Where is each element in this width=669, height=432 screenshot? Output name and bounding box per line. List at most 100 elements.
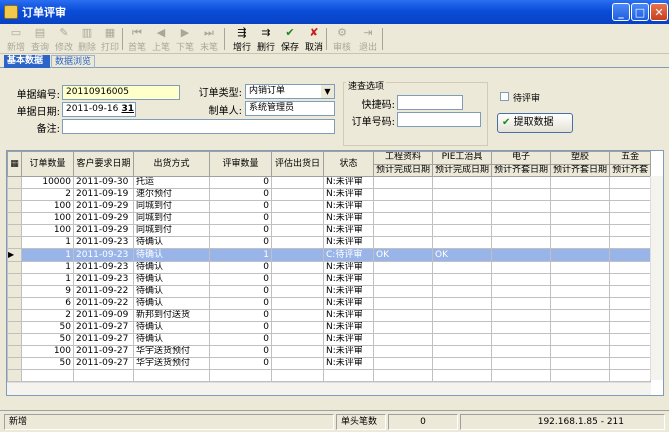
- grid-cell[interactable]: N:未评审: [323, 297, 374, 310]
- chevron-down-icon[interactable]: ▼: [321, 85, 334, 98]
- grid-cell[interactable]: 0: [209, 176, 272, 189]
- row-header[interactable]: ▶: [7, 248, 22, 262]
- grid-cell[interactable]: 华宇送货预付: [133, 345, 210, 358]
- grid-cell[interactable]: [550, 248, 611, 262]
- grid-cell[interactable]: [133, 369, 210, 382]
- row-header[interactable]: [7, 236, 22, 249]
- grid-cell[interactable]: 待确认: [133, 333, 210, 346]
- grid-cell[interactable]: [372, 309, 434, 322]
- grid-cell[interactable]: [372, 212, 434, 225]
- grid-cell[interactable]: 0: [209, 309, 272, 322]
- toolbar-button-9[interactable]: ⇶ 增行: [230, 25, 254, 53]
- grid-cell[interactable]: 50: [21, 357, 74, 370]
- grid-cell[interactable]: 待确认: [133, 261, 210, 274]
- grid-cell[interactable]: [550, 200, 611, 213]
- grid-cell[interactable]: [609, 297, 652, 310]
- group-header[interactable]: 五金: [609, 151, 652, 165]
- grid-cell[interactable]: [491, 285, 552, 298]
- grid-cell[interactable]: 2011-09-09: [73, 309, 134, 322]
- row-header[interactable]: [7, 309, 22, 322]
- grid-cell[interactable]: 2011-09-27: [73, 333, 134, 346]
- grid-cell[interactable]: [271, 236, 324, 249]
- grid-cell[interactable]: [609, 273, 652, 286]
- maximize-button[interactable]: □: [631, 3, 649, 21]
- grid-cell[interactable]: [550, 333, 611, 346]
- row-header[interactable]: [7, 345, 22, 358]
- column-header[interactable]: 出货方式: [133, 151, 210, 177]
- grid-cell[interactable]: 2011-09-23: [73, 261, 134, 274]
- grid-cell[interactable]: [372, 297, 434, 310]
- grid-cell[interactable]: [491, 321, 552, 334]
- grid-cell[interactable]: [209, 369, 272, 382]
- grid-cell[interactable]: [491, 357, 552, 370]
- toolbar-button-7[interactable]: ▶ 下笔: [173, 25, 197, 53]
- grid-cell[interactable]: [491, 273, 552, 286]
- table-row[interactable]: ▶ 1 2011-09-23 待确认 1 C:待评审 OK OK: [7, 248, 652, 262]
- minimize-button[interactable]: _: [612, 3, 630, 21]
- grid-cell[interactable]: [609, 285, 652, 298]
- grid-cell[interactable]: 100: [21, 200, 74, 213]
- grid-cell[interactable]: N:未评审: [323, 333, 374, 346]
- column-header[interactable]: 状态: [323, 151, 374, 177]
- table-row[interactable]: 10000 2011-09-30 托运 0 N:未评审: [7, 176, 652, 189]
- grid-cell[interactable]: 2011-09-29: [73, 200, 134, 213]
- table-row[interactable]: 6 2011-09-22 待确认 0 N:未评审: [7, 297, 652, 310]
- grid-cell[interactable]: 2011-09-23: [73, 248, 134, 262]
- grid-cell[interactable]: [491, 200, 552, 213]
- row-header[interactable]: [7, 200, 22, 213]
- table-row[interactable]: 50 2011-09-27 待确认 0 N:未评审: [7, 321, 652, 334]
- grid-cell[interactable]: [372, 285, 434, 298]
- grid-cell[interactable]: N:未评审: [323, 309, 374, 322]
- row-header[interactable]: [7, 369, 22, 382]
- grid-cell[interactable]: [609, 212, 652, 225]
- toolbar-button-12[interactable]: ✘ 取消: [302, 25, 326, 53]
- table-row[interactable]: 1 2011-09-23 待确认 0 N:未评审: [7, 273, 652, 286]
- grid-cell[interactable]: 2011-09-23: [73, 273, 134, 286]
- grid-cell[interactable]: N:未评审: [323, 224, 374, 237]
- grid-cell[interactable]: 9: [21, 285, 74, 298]
- grid-cell[interactable]: [550, 176, 611, 189]
- grid-cell[interactable]: [73, 369, 134, 382]
- grid-cell[interactable]: 2: [21, 188, 74, 201]
- grid-cell[interactable]: [432, 224, 493, 237]
- grid-cell[interactable]: [271, 273, 324, 286]
- grid-cell[interactable]: 100: [21, 345, 74, 358]
- grid-cell[interactable]: [609, 345, 652, 358]
- grid-cell[interactable]: N:未评审: [323, 176, 374, 189]
- grid-cell[interactable]: [491, 333, 552, 346]
- grid-cell[interactable]: 1: [21, 273, 74, 286]
- grid-cell[interactable]: [550, 357, 611, 370]
- table-row[interactable]: 2 2011-09-09 新邦到付送货 0 N:未评审: [7, 309, 652, 322]
- grid-cell[interactable]: 待确认: [133, 236, 210, 249]
- grid-cell[interactable]: [372, 188, 434, 201]
- grid-cell[interactable]: [372, 369, 434, 382]
- grid-cell[interactable]: 2011-09-29: [73, 212, 134, 225]
- grid-cell[interactable]: 速尔预付: [133, 188, 210, 201]
- grid-cell[interactable]: [550, 224, 611, 237]
- grid-cell[interactable]: [271, 261, 324, 274]
- grid-cell[interactable]: [432, 261, 493, 274]
- row-header[interactable]: [7, 273, 22, 286]
- grid-cell[interactable]: [21, 369, 74, 382]
- grid-cell[interactable]: 100: [21, 212, 74, 225]
- grid-cell[interactable]: [271, 188, 324, 201]
- grid-cell[interactable]: [550, 297, 611, 310]
- table-row[interactable]: 100 2011-09-29 同城到付 0 N:未评审: [7, 200, 652, 213]
- grid-cell[interactable]: 0: [209, 321, 272, 334]
- grid-cell[interactable]: 同城到付: [133, 224, 210, 237]
- toolbar-button-14[interactable]: ⇥ 退出: [356, 25, 380, 53]
- table-row[interactable]: 50 2011-09-27 华宇送货预付 0 N:未评审: [7, 357, 652, 370]
- horizontal-scrollbar[interactable]: [7, 382, 651, 395]
- group-header[interactable]: 塑胶: [550, 151, 611, 165]
- grid-cell[interactable]: 2011-09-22: [73, 297, 134, 310]
- grid-cell[interactable]: [372, 200, 434, 213]
- row-header[interactable]: [7, 357, 22, 370]
- grid-cell[interactable]: [609, 248, 652, 262]
- grid-cell[interactable]: [550, 309, 611, 322]
- grid-cell[interactable]: [432, 236, 493, 249]
- grid-cell[interactable]: 50: [21, 321, 74, 334]
- grid-cell[interactable]: 2011-09-27: [73, 321, 134, 334]
- grid-cell[interactable]: [550, 273, 611, 286]
- grid-cell[interactable]: [491, 345, 552, 358]
- grid-cell[interactable]: [372, 357, 434, 370]
